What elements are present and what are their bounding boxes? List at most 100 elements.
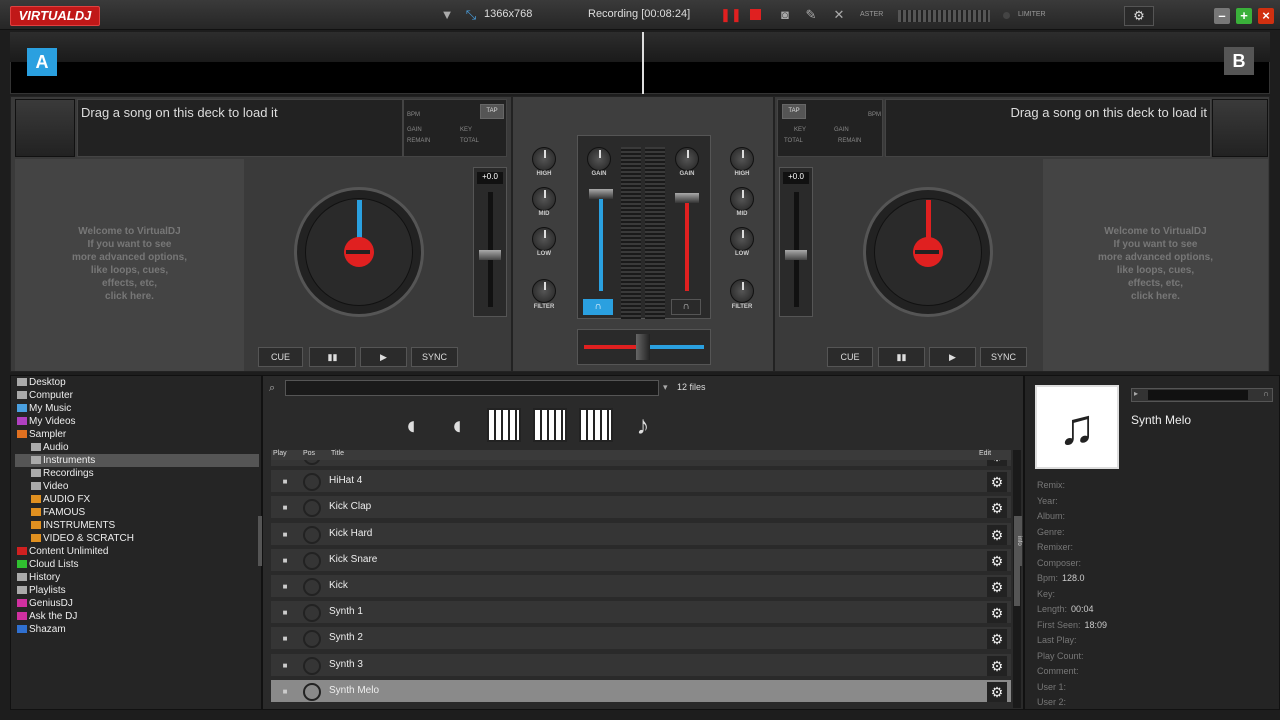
deck-a-low-knob[interactable] [532,227,556,251]
deck-b-mid-knob[interactable] [730,187,754,211]
folder-item[interactable]: FAMOUS [15,506,259,519]
row-play-icon[interactable]: ■ [275,656,295,676]
folder-item[interactable]: Shazam [15,623,259,636]
row-edit-gear-icon[interactable]: ⚙ [987,629,1007,650]
table-row[interactable]: ■ Kick Hard ⚙ [271,522,1011,547]
row-edit-gear-icon[interactable]: ⚙ [987,577,1007,597]
crossfader[interactable] [577,329,711,365]
deck-a-pitch-handle[interactable] [479,250,501,260]
row-edit-gear-icon[interactable]: ⚙ [987,603,1007,624]
folder-item[interactable]: Cloud Lists [15,558,259,571]
deck-b-headphone-icon[interactable]: ∩ [671,299,701,315]
deck-a-pause-button[interactable]: ▮▮ [309,347,356,367]
deck-b-high-knob[interactable] [730,147,754,171]
preview-play-icon[interactable]: ▸ [1134,389,1138,398]
deck-a-volume-fader[interactable] [589,189,613,199]
crossfader-handle[interactable] [636,334,650,360]
row-play-icon[interactable]: ■ [275,460,295,466]
deck-a-welcome-panel[interactable]: Welcome to VirtualDJ If you want to see mo… [15,159,244,371]
deck-b-welcome-panel[interactable]: Welcome to VirtualDJ If you want to see mo… [1043,159,1268,371]
folder-item[interactable]: AUDIO FX [15,493,259,506]
deck-b-pitch-handle[interactable] [785,250,807,260]
folder-item[interactable]: Playlists [15,584,259,597]
search-dropdown-icon[interactable]: ▾ [663,382,668,393]
stop-record-icon[interactable] [750,9,761,20]
drum-icon-2[interactable]: ◖ [439,408,475,442]
piano-icon-3[interactable] [579,408,613,442]
deck-a-tap-button[interactable]: TAP [480,104,504,119]
table-row[interactable]: ■ Kick ⚙ [271,575,1011,599]
deck-a-pitch-slider[interactable]: +0.0 [473,167,507,317]
folder-item[interactable]: GeniusDJ [15,597,259,610]
row-play-icon[interactable]: ■ [275,629,295,649]
folder-item[interactable]: Content Unlimited [15,545,259,558]
deck-a-title-box[interactable]: Drag a song on this deck to load it [77,99,403,157]
minimize-button[interactable]: – [1214,8,1230,24]
table-row[interactable]: ■ Synth 2 ⚙ [271,627,1011,652]
preview-progress[interactable] [1148,390,1248,400]
row-play-icon[interactable]: ■ [275,551,295,571]
col-title[interactable]: Title [331,450,344,457]
row-edit-gear-icon[interactable]: ⚙ [987,498,1007,519]
folder-item[interactable]: INSTRUMENTS [15,519,259,532]
deck-a-jogwheel[interactable] [294,187,424,317]
folder-item[interactable]: Sampler [15,428,259,441]
deck-b-low-knob[interactable] [730,227,754,251]
preview-player[interactable]: ▸ ∩ [1131,388,1273,402]
deck-a-mid-knob[interactable] [532,187,556,211]
row-play-icon[interactable]: ■ [275,577,295,597]
table-row[interactable]: ■ Synth Melo ⚙ [271,679,1011,704]
info-side-tab[interactable]: info [1014,516,1022,566]
deck-b-sync-button[interactable]: SYNC [980,347,1027,367]
deck-a-sync-button[interactable]: SYNC [411,347,458,367]
camera-icon[interactable]: ◙ [776,6,794,24]
row-edit-gear-icon[interactable]: ⚙ [987,472,1007,493]
deck-a-gain-knob[interactable] [587,147,611,171]
row-edit-gear-icon[interactable]: ⚙ [987,681,1007,702]
limiter-led[interactable] [1003,12,1010,19]
deck-b-pitch-slider[interactable]: +0.0 [779,167,813,317]
row-edit-gear-icon[interactable]: ⚙ [987,524,1007,545]
folder-item[interactable]: My Videos [15,415,259,428]
row-edit-gear-icon[interactable]: ⚙ [987,655,1007,676]
deck-b-filter-knob[interactable] [730,279,754,303]
folder-item[interactable]: Audio [15,441,259,454]
close-button[interactable]: × [1258,8,1274,24]
table-row[interactable]: ■ HiHat 4 ⚙ [271,470,1011,495]
folder-item[interactable]: VIDEO & SCRATCH [15,532,259,545]
row-play-icon[interactable]: ■ [275,472,295,492]
deck-b-title-box[interactable]: Drag a song on this deck to load it [885,99,1211,157]
folder-item[interactable]: Instruments [15,454,259,467]
table-row[interactable]: ■HiHat 3⚙ [271,460,1011,468]
deck-a-headphone-icon[interactable]: ∩ [583,299,613,315]
folder-item[interactable]: History [15,571,259,584]
file-scrollbar[interactable] [1013,450,1021,708]
pencil-icon[interactable]: ✎ [802,6,820,24]
deck-b-cue-button[interactable]: CUE [827,347,873,367]
row-edit-gear-icon[interactable]: ⚙ [987,460,1007,466]
search-input[interactable] [285,380,659,396]
pause-record-icon[interactable]: ❚❚ [720,6,742,24]
col-pos[interactable]: Pos [303,450,315,457]
row-play-icon[interactable]: ■ [275,498,295,518]
deck-b-gain-knob[interactable] [675,147,699,171]
folder-item[interactable]: Recordings [15,467,259,480]
deck-a-play-button[interactable]: ▶ [360,347,407,367]
deck-b-volume-fader[interactable] [675,193,699,203]
row-play-icon[interactable]: ■ [275,603,295,623]
col-edit[interactable]: Edit [979,450,991,457]
folder-item[interactable]: My Music [15,402,259,415]
folder-item[interactable]: Desktop [15,376,259,389]
row-play-icon[interactable]: ■ [275,525,295,545]
table-row[interactable]: ■ Kick Snare ⚙ [271,548,1011,573]
trumpet-icon[interactable]: ♪ [625,408,661,442]
deck-b-jogwheel[interactable] [863,187,993,317]
deck-a-welcome-text[interactable]: Welcome to VirtualDJ If you want to see mo… [15,225,244,303]
resolution-label[interactable]: 1366x768 [484,8,532,20]
folder-item[interactable]: Ask the DJ [15,610,259,623]
deck-b-pause-button[interactable]: ▮▮ [878,347,925,367]
close-recorder-icon[interactable]: ✕ [830,6,848,24]
deck-b-welcome-text[interactable]: Welcome to VirtualDJ If you want to see mo… [1043,225,1268,303]
maximize-button[interactable]: + [1236,8,1252,24]
chevron-down-icon[interactable]: ▼ [438,6,456,24]
